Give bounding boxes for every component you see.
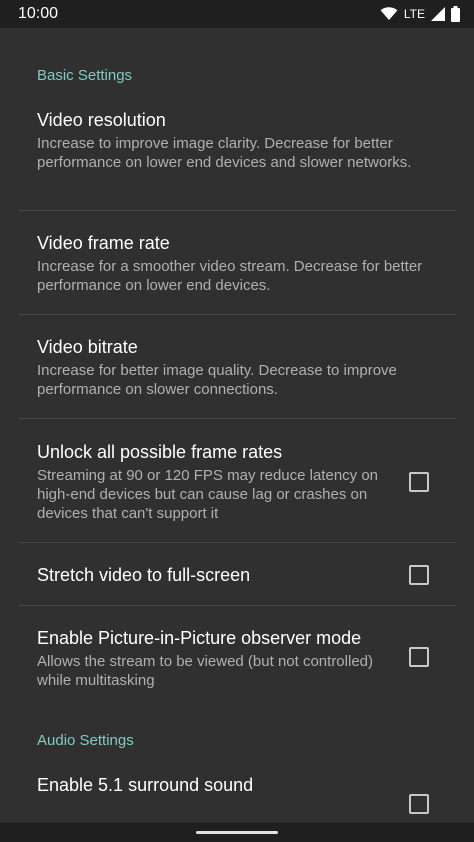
- pref-title: Unlock all possible frame rates: [37, 442, 283, 462]
- signal-icon: [431, 7, 445, 21]
- pref-surround-sound[interactable]: Enable 5.1 surround sound: [18, 761, 456, 823]
- pref-title: Video bitrate: [37, 337, 138, 357]
- pref-unlock-frame-rates[interactable]: Unlock all possible frame rates Streamin…: [18, 419, 456, 543]
- surround-sound-checkbox[interactable]: [409, 794, 429, 814]
- home-gesture-handle[interactable]: [196, 831, 278, 834]
- status-time: 10:00: [18, 5, 59, 22]
- network-type: LTE: [403, 7, 425, 21]
- pref-summary: Allows the stream to be viewed (but not …: [37, 653, 373, 689]
- battery-icon: [451, 6, 460, 22]
- wifi-icon: [380, 7, 398, 20]
- unlock-frame-rates-checkbox[interactable]: [409, 472, 429, 492]
- pref-stretch-video[interactable]: Stretch video to full-screen: [18, 543, 456, 606]
- pref-title: Stretch video to full-screen: [37, 565, 251, 585]
- stretch-video-checkbox[interactable]: [409, 565, 429, 585]
- pref-video-resolution[interactable]: Video resolution Increase to improve ima…: [18, 96, 456, 211]
- pip-observer-checkbox[interactable]: [409, 647, 429, 667]
- pref-title: Enable 5.1 surround sound: [37, 775, 254, 795]
- pref-summary: Increase to improve image clarity. Decre…: [37, 135, 412, 171]
- pref-summary: Increase for a smoother video stream. De…: [37, 258, 423, 294]
- pref-pip-observer[interactable]: Enable Picture-in-Picture observer mode …: [18, 606, 456, 698]
- navigation-bar: [0, 823, 474, 842]
- section-header-audio: Audio Settings: [37, 732, 134, 749]
- status-icons: LTE: [380, 6, 460, 22]
- status-bar: 10:00 LTE: [0, 0, 474, 28]
- pref-summary: Streaming at 90 or 120 FPS may reduce la…: [37, 467, 379, 522]
- pref-video-bitrate[interactable]: Video bitrate Increase for better image …: [18, 315, 456, 419]
- pref-title: Enable Picture-in-Picture observer mode: [37, 628, 362, 648]
- settings-list[interactable]: Basic Settings Video resolution Increase…: [0, 28, 474, 823]
- pref-video-frame-rate[interactable]: Video frame rate Increase for a smoother…: [18, 211, 456, 315]
- pref-title: Video resolution: [37, 110, 166, 130]
- section-header-basic: Basic Settings: [37, 67, 133, 84]
- pref-title: Video frame rate: [37, 233, 170, 253]
- pref-summary: Increase for better image quality. Decre…: [37, 362, 397, 398]
